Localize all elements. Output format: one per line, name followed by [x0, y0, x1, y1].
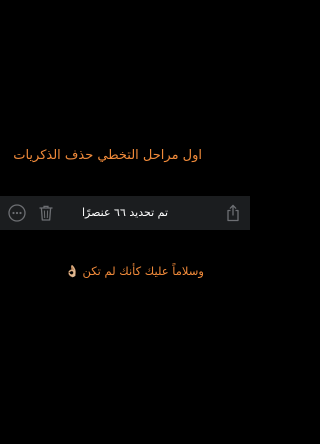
- screen: اول مراحل التخطي حذف الذكريات تم تحديد ٦…: [0, 0, 250, 444]
- more-icon[interactable]: [6, 202, 28, 224]
- selection-toolbar: تم تحديد ٦٦ عنصرًا: [0, 196, 250, 230]
- caption-top: اول مراحل التخطي حذف الذكريات: [13, 148, 202, 163]
- share-icon[interactable]: [222, 202, 244, 224]
- caption-bottom: وسلاماً عليك كأنك لم تكن👌🏼: [42, 264, 204, 278]
- selection-count-label: تم تحديد ٦٦ عنصرًا: [81, 206, 169, 219]
- trash-icon[interactable]: [35, 202, 57, 224]
- ok-hand-emoji: 👌🏼: [65, 264, 80, 278]
- caption-bottom-text: وسلاماً عليك كأنك لم تكن: [82, 264, 204, 278]
